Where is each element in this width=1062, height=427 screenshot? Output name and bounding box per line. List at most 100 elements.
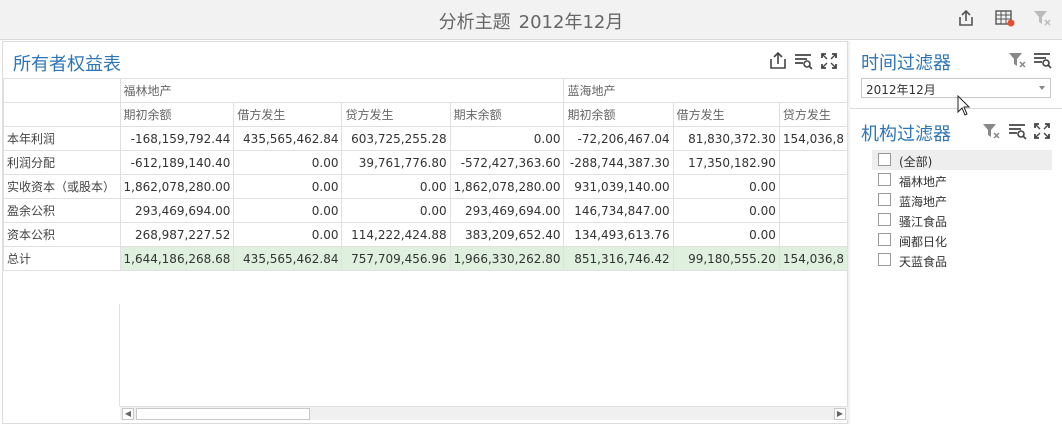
value-cell [778,198,848,223]
scroll-left-icon[interactable]: ◀ [122,408,134,420]
column-header[interactable]: 借方发生 [233,102,343,127]
column-header[interactable]: 贷方发生 [341,102,451,127]
value-cell: 293,469,694.00 [119,198,235,223]
export-icon[interactable] [768,51,788,71]
column-header[interactable]: 期末余额 [449,102,565,127]
value-cell: 1,644,186,268.68 [119,246,235,271]
value-cell: 17,350,182.90 [672,150,780,175]
value-cell: 0.00 [233,174,343,199]
value-cell: 293,469,694.00 [449,198,565,223]
list-item[interactable]: 骚江食品 [872,210,1052,230]
total-row: 总计 1,644,186,268.68 435,565,462.84 757,7… [3,246,848,271]
column-header[interactable]: 贷方发生 [778,102,848,127]
row-header[interactable]: 利润分配 [3,150,121,175]
value-cell: 81,830,372.30 [672,126,780,151]
panel-title: 时间过滤器 [861,53,951,74]
value-cell: -168,159,792.44 [119,126,235,151]
value-cell: 1,966,330,262.80 [449,246,565,271]
period-select[interactable]: 2012年12月 [861,78,1051,98]
scroll-right-icon[interactable]: ▶ [834,408,846,420]
list-item[interactable]: (全部) [872,150,1052,170]
value-cell: 146,734,847.00 [563,198,674,223]
filter-icon[interactable] [1032,50,1052,70]
clear-filter-icon[interactable] [1032,8,1056,30]
checkbox[interactable] [878,193,891,206]
value-cell: 851,316,746.42 [563,246,674,271]
value-cell: 0.00 [672,222,780,247]
value-cell: 1,862,078,280.00 [119,174,235,199]
value-cell: -72,206,467.04 [563,126,674,151]
value-cell: 0.00 [341,198,451,223]
clear-filter-icon[interactable] [981,121,1001,141]
org-checkbox-list: (全部) 福林地产 蓝海地产 骚江食品 闽都日化 天蓝食品 [872,150,1052,270]
value-cell: 0.00 [233,198,343,223]
column-header[interactable]: 期初余额 [119,102,235,127]
value-cell: 931,039,140.00 [563,174,674,199]
chevron-down-icon [1039,86,1045,90]
list-item[interactable]: 蓝海地产 [872,190,1052,210]
table-row: 资本公积 268,987,227.52 0.00 114,222,424.88 … [3,222,848,247]
panel-title: 机构过滤器 [861,124,951,145]
title-bar: 分析主题 2012年12月 [0,0,1062,40]
org-filter-panel: 机构过滤器 (全部) 福林地产 蓝海地产 骚江食品 闽都日化 天蓝食品 [850,112,1062,424]
export-icon[interactable] [956,8,980,30]
value-cell: 435,565,462.84 [233,246,343,271]
value-cell: 1,862,078,280.00 [449,174,565,199]
time-filter-panel: 时间过滤器 2012年12月 [850,41,1062,109]
checkbox[interactable] [878,253,891,266]
table-row: 盈余公积 293,469,694.00 0.00 0.00 293,469,69… [3,198,848,223]
scrollbar-thumb[interactable] [136,408,310,420]
value-cell: 99,180,555.20 [672,246,780,271]
panel-title: 所有者权益表 [13,54,121,75]
list-item[interactable]: 天蓝食品 [872,250,1052,270]
row-header[interactable]: 实收资本（或股本） [3,174,121,199]
checkbox[interactable] [878,213,891,226]
fullscreen-icon[interactable] [1032,121,1052,141]
value-cell: 268,987,227.52 [119,222,235,247]
fullscreen-icon[interactable] [819,51,839,71]
filter-icon[interactable] [1007,121,1027,141]
value-cell: 603,725,255.28 [341,126,451,151]
value-cell: 0.00 [233,150,343,175]
list-item[interactable]: 福林地产 [872,170,1052,190]
corner-cell [3,102,121,127]
value-cell: 0.00 [233,222,343,247]
column-header[interactable]: 期初余额 [563,102,674,127]
equity-table-panel: 所有者权益表 福林地产 蓝海地产 期初余额 借方发生 贷方发生 期末余额 期初余 [2,41,848,424]
mouse-pointer-icon [957,94,973,117]
value-cell: 39,761,776.80 [341,150,451,175]
value-cell [778,222,848,247]
horizontal-scrollbar[interactable]: ◀ ▶ [120,406,848,420]
checkbox[interactable] [878,153,891,166]
value-cell: 757,709,456.96 [341,246,451,271]
list-item[interactable]: 闽都日化 [872,230,1052,250]
value-cell: 0.00 [341,174,451,199]
corner-cell [3,78,121,103]
value-cell: 0.00 [672,174,780,199]
filter-icon[interactable] [793,51,813,71]
checkbox[interactable] [878,173,891,186]
value-cell [778,174,848,199]
value-cell [778,150,848,175]
table-row: 实收资本（或股本） 1,862,078,280.00 0.00 0.00 1,8… [3,174,848,199]
equity-grid: 福林地产 蓝海地产 期初余额 借方发生 贷方发生 期末余额 期初余额 借方发生 … [3,78,848,406]
checkbox[interactable] [878,233,891,246]
group-header[interactable]: 蓝海地产 [563,78,848,103]
column-header[interactable]: 借方发生 [672,102,780,127]
value-cell: -572,427,363.60 [449,150,565,175]
row-header[interactable]: 本年利润 [3,126,121,151]
value-cell: 114,222,424.88 [341,222,451,247]
group-header[interactable]: 福林地产 [119,78,565,103]
value-cell: 134,493,613.76 [563,222,674,247]
table-row: 本年利润 -168,159,792.44 435,565,462.84 603,… [3,126,848,151]
row-header[interactable]: 资本公积 [3,222,121,247]
clear-filter-icon[interactable] [1007,50,1027,70]
value-cell: -612,189,140.40 [119,150,235,175]
row-header-divider [119,304,120,406]
value-cell: 0.00 [672,198,780,223]
value-cell: 154,036,8 [778,126,848,151]
table-row: 利润分配 -612,189,140.40 0.00 39,761,776.80 … [3,150,848,175]
row-header[interactable]: 总计 [3,246,121,271]
row-header[interactable]: 盈余公积 [3,198,121,223]
excel-icon[interactable] [994,8,1018,30]
